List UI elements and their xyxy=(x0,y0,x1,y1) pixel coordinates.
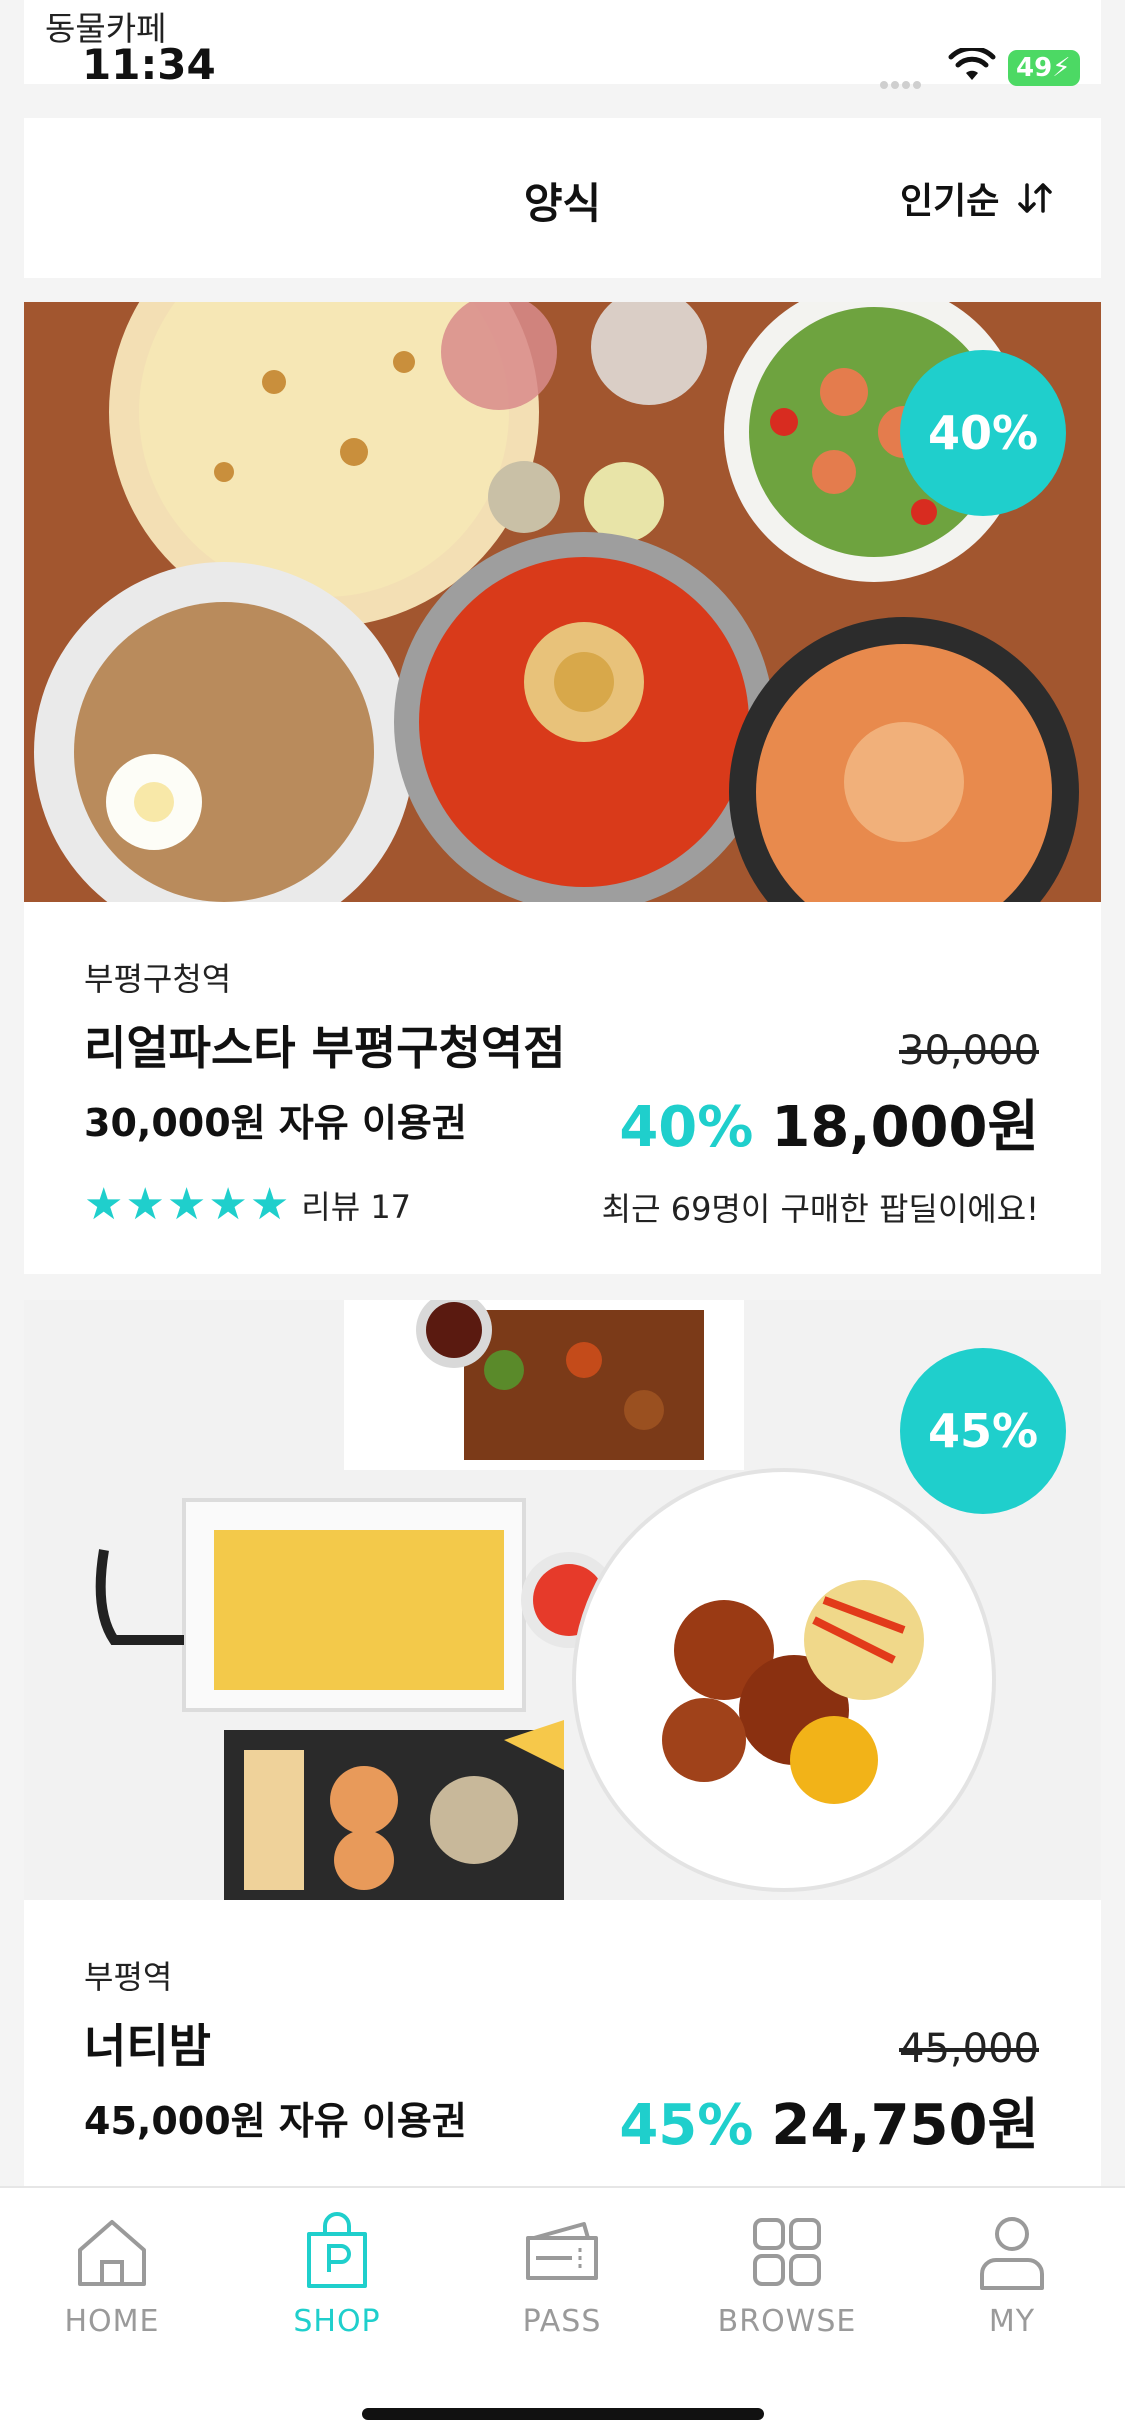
deal-location: 부평구청역 xyxy=(84,960,232,998)
bottom-tab-bar: HOME SHOP PASS BROWSE MY xyxy=(0,2186,1125,2436)
sort-arrows-icon xyxy=(1018,183,1053,213)
purchase-note: 최근 69명이 구매한 팝딜이에요! xyxy=(601,1190,1039,1228)
sort-button[interactable]: 인기순 xyxy=(900,172,1053,224)
category-header: 양식 인기순 xyxy=(24,118,1101,278)
tab-label: PASS xyxy=(522,2304,602,2339)
deal-name: 리얼파스타 부평구청역점 xyxy=(84,1021,566,1075)
tab-label: MY xyxy=(988,2304,1036,2339)
voucher-title: 45,000원 자유 이용권 xyxy=(84,2099,467,2143)
star-icon: ★ xyxy=(84,1179,124,1230)
voucher-title: 30,000원 자유 이용권 xyxy=(84,1101,467,1145)
tab-label: SHOP xyxy=(293,2304,381,2339)
star-icon: ★ xyxy=(166,1179,207,1230)
discount-rate: 45% xyxy=(619,2093,754,2158)
tab-label: HOME xyxy=(64,2304,160,2339)
sort-label: 인기순 xyxy=(900,181,1000,222)
sale-price-row: 45% 24,750원 xyxy=(619,2080,1039,2161)
original-price: 30,000 xyxy=(899,1028,1039,1074)
star-icon: ★ xyxy=(125,1179,165,1230)
discount-badge: 45% xyxy=(900,1348,1066,1514)
deal-photo[interactable]: 45% xyxy=(24,1300,1101,1900)
home-indicator[interactable] xyxy=(362,2408,764,2420)
battery-level: 49 xyxy=(1016,53,1053,83)
tab-shop[interactable]: SHOP xyxy=(237,2212,437,2339)
sale-price: 18,000원 xyxy=(771,1095,1039,1160)
deal-name: 너티밤 xyxy=(84,2019,211,2073)
tab-label: BROWSE xyxy=(717,2304,857,2339)
sale-price-row: 40% 18,000원 xyxy=(619,1082,1039,1163)
deal-info: 부평역 너티밤 45,000 45,000원 자유 이용권 45% 24,750원 xyxy=(24,1900,1101,2220)
deal-location: 부평역 xyxy=(84,1958,173,1996)
app-screen: 동물카페 11:34 49⚡ 양식 인기순 40% 부평구청역 리얼파스타 부평… xyxy=(0,0,1125,2436)
shop-bag-icon xyxy=(307,2212,367,2288)
star-icon: ★ xyxy=(208,1179,248,1230)
status-time: 11:34 xyxy=(82,40,216,89)
discount-rate: 40% xyxy=(619,1095,754,1160)
deal-photo[interactable]: 40% xyxy=(24,302,1101,902)
cellular-signal-icon xyxy=(880,74,924,93)
tab-browse[interactable]: BROWSE xyxy=(687,2212,887,2339)
star-icon: ★ xyxy=(249,1179,290,1230)
review-count: 리뷰 17 xyxy=(301,1188,412,1226)
deal-card[interactable]: 40% 부평구청역 리얼파스타 부평구청역점 30,000 30,000원 자유… xyxy=(24,302,1101,1274)
home-icon xyxy=(78,2220,146,2286)
pass-ticket-icon xyxy=(526,2222,598,2280)
discount-badge: 40% xyxy=(900,350,1066,516)
battery-icon: 49⚡ xyxy=(1008,50,1080,86)
deal-info: 부평구청역 리얼파스타 부평구청역점 30,000 30,000원 자유 이용권… xyxy=(24,902,1101,1228)
tab-my[interactable]: MY xyxy=(912,2212,1112,2339)
tab-home[interactable]: HOME xyxy=(12,2212,212,2339)
original-price: 45,000 xyxy=(899,2026,1039,2072)
wifi-icon xyxy=(948,48,996,80)
tab-pass[interactable]: PASS xyxy=(462,2212,662,2339)
rating: ★ ★ ★ ★ ★ 리뷰 17 xyxy=(84,1182,411,1228)
grid-icon xyxy=(753,2218,821,2286)
person-icon xyxy=(980,2217,1044,2290)
deal-card[interactable]: 45% 부평역 너티밤 45,000 45,000원 자유 이용권 45% 24,… xyxy=(24,1300,1101,2220)
sale-price: 24,750원 xyxy=(771,2093,1039,2158)
